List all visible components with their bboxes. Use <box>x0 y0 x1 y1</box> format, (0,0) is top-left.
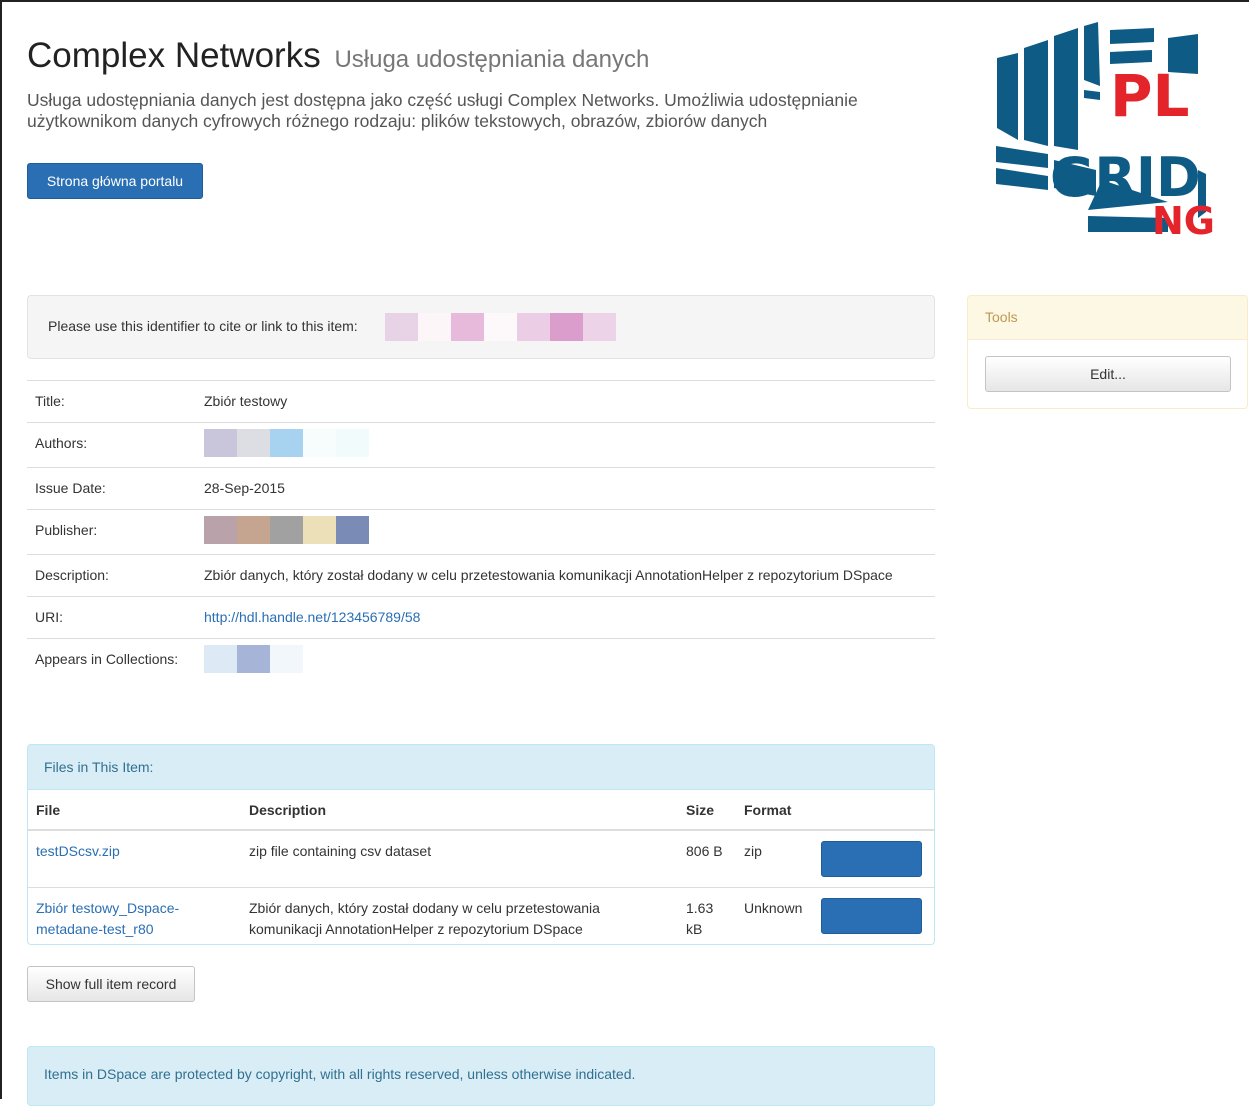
blur-swatch <box>270 516 303 544</box>
blur-swatch <box>336 516 369 544</box>
blur-swatch <box>517 313 550 341</box>
metadata-value-publisher <box>196 509 935 555</box>
blur-swatch <box>270 645 303 673</box>
metadata-label: Publisher: <box>27 509 196 555</box>
blur-swatch <box>418 313 451 341</box>
blurred-authors <box>204 429 927 457</box>
column-header-description: Description <box>241 790 678 831</box>
file-action-cell: View/Open <box>813 887 934 944</box>
metadata-value-authors <box>196 422 935 468</box>
file-link[interactable]: Zbiór testowy_Dspace-metadane-test_r80 <box>36 900 179 937</box>
blurred-identifier <box>385 313 616 341</box>
metadata-label: URI: <box>27 596 196 639</box>
blur-swatch <box>204 645 237 673</box>
file-description-cell: Zbiór danych, który został dodany w celu… <box>241 887 678 944</box>
metadata-value-collections <box>196 638 935 683</box>
metadata-label: Description: <box>27 554 196 597</box>
metadata-label: Authors: <box>27 422 196 468</box>
blur-swatch <box>451 313 484 341</box>
portal-description: Usługa udostępniania danych jest dostępn… <box>27 90 858 131</box>
metadata-row-title: Title: Zbiór testowy <box>27 380 935 423</box>
metadata-value-issue-date: 28-Sep-2015 <box>196 467 935 510</box>
cite-identifier-box: Please use this identifier to cite or li… <box>27 295 935 359</box>
copyright-notice: Items in DSpace are protected by copyrig… <box>27 1046 935 1106</box>
file-format-cell: Unknown <box>736 887 813 944</box>
blur-swatch <box>550 313 583 341</box>
file-name-cell: testDScsv.zip <box>28 829 241 888</box>
blur-swatch <box>336 429 369 457</box>
logo-text-ng: NG <box>1152 199 1214 242</box>
column-header-size: Size <box>678 790 736 831</box>
blur-swatch <box>237 516 270 544</box>
tools-heading: Tools <box>968 296 1247 340</box>
blur-swatch <box>303 516 336 544</box>
metadata-row-uri: URI: http://hdl.handle.net/123456789/58 <box>27 596 935 639</box>
metadata-row-publisher: Publisher: <box>27 509 935 555</box>
metadata-label: Title: <box>27 380 196 423</box>
show-full-record-button[interactable]: Show full item record <box>27 966 195 1002</box>
blur-swatch <box>385 313 418 341</box>
column-header-format: Format <box>736 790 813 831</box>
blur-swatch <box>204 516 237 544</box>
file-name-cell: Zbiór testowy_Dspace-metadane-test_r80 <box>28 887 241 944</box>
file-link[interactable]: testDScsv.zip <box>36 843 120 859</box>
blur-swatch <box>583 313 616 341</box>
metadata-row-description: Description: Zbiór danych, który został … <box>27 554 935 597</box>
metadata-row-issue-date: Issue Date: 28-Sep-2015 <box>27 467 935 510</box>
file-action-cell: View/Open <box>813 829 934 888</box>
metadata-value-uri: http://hdl.handle.net/123456789/58 <box>196 596 935 639</box>
view-open-button[interactable]: View/Open <box>821 898 922 934</box>
blur-swatch <box>237 645 270 673</box>
file-size-cell: 806 B <box>678 829 736 888</box>
file-size-cell: 1.63 kB <box>678 887 736 944</box>
files-table: File Description Size Format testDScsv.z… <box>28 790 934 944</box>
portal-title: Complex Networks <box>27 36 321 75</box>
portal-subtitle: Usługa udostępniania danych <box>334 46 650 73</box>
blurred-collections <box>204 645 927 673</box>
tools-panel: Tools Edit... <box>967 295 1248 409</box>
metadata-row-collections: Appears in Collections: <box>27 638 935 683</box>
file-format-cell: zip <box>736 829 813 888</box>
page-title: Complex Networks Usługa udostępniania da… <box>27 36 649 76</box>
file-row: testDScsv.zip zip file containing csv da… <box>28 829 934 888</box>
blur-swatch <box>303 429 336 457</box>
metadata-row-authors: Authors: <box>27 422 935 468</box>
edit-button[interactable]: Edit... <box>985 356 1231 392</box>
view-open-button[interactable]: View/Open <box>821 841 922 877</box>
cite-label: Please use this identifier to cite or li… <box>48 318 358 334</box>
blur-swatch <box>270 429 303 457</box>
files-header-row: File Description Size Format <box>28 790 934 831</box>
blur-swatch <box>204 429 237 457</box>
column-header-file: File <box>28 790 241 831</box>
files-panel: Files in This Item: File Description Siz… <box>27 744 935 945</box>
plgrid-logo: PL GRID NG <box>996 22 1214 242</box>
metadata-label: Appears in Collections: <box>27 638 196 683</box>
portal-home-button[interactable]: Strona główna portalu <box>27 163 203 199</box>
metadata-value-title: Zbiór testowy <box>196 380 935 423</box>
blur-swatch <box>237 429 270 457</box>
column-header-action <box>813 790 934 831</box>
blur-swatch <box>484 313 517 341</box>
metadata-label: Issue Date: <box>27 467 196 510</box>
blurred-publisher <box>204 516 927 544</box>
metadata-value-description: Zbiór danych, który został dodany w celu… <box>196 554 935 597</box>
files-heading: Files in This Item: <box>28 745 934 790</box>
file-row: Zbiór testowy_Dspace-metadane-test_r80 Z… <box>28 887 934 944</box>
uri-link[interactable]: http://hdl.handle.net/123456789/58 <box>204 609 420 625</box>
item-metadata-table: Title: Zbiór testowy Authors: Issue Date… <box>27 380 935 683</box>
logo-text-pl: PL <box>1110 62 1189 130</box>
file-description-cell: zip file containing csv dataset <box>241 829 678 888</box>
